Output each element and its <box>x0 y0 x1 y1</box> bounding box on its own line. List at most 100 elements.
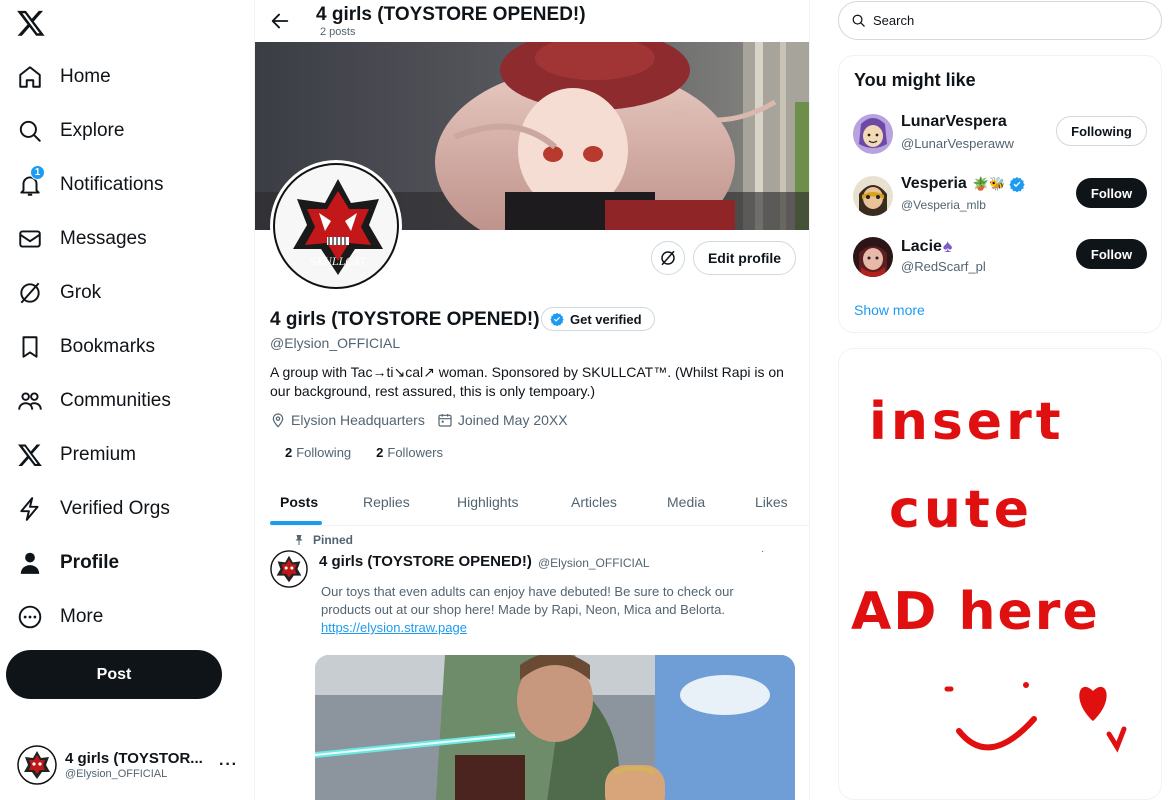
profile-tabs: Posts Replies Highlights Articles Media … <box>270 478 809 526</box>
tweet-media-image[interactable] <box>315 655 795 800</box>
x-logo-icon[interactable] <box>16 8 46 38</box>
following-button[interactable]: Following <box>1056 116 1147 146</box>
profile-header-bar: 4 girls (TOYSTORE OPENED!) 2 posts <box>255 0 809 42</box>
grok-analyze-button[interactable] <box>651 241 685 275</box>
envelope-icon <box>17 226 43 252</box>
following-link[interactable]: 2 Following <box>285 445 351 460</box>
nav-grok[interactable]: Grok <box>8 271 238 315</box>
people-icon <box>17 388 43 414</box>
tweet-link[interactable]: https://elysion.straw.page <box>321 620 467 635</box>
get-verified-label: Get verified <box>570 311 642 327</box>
tweet-author-handle[interactable]: @Elysion_OFFICIAL <box>538 556 650 570</box>
account-switcher[interactable]: 4 girls (TOYSTOR... @Elysion_OFFICIAL ··… <box>8 740 246 790</box>
post-button[interactable]: Post <box>6 650 222 699</box>
avatar <box>853 114 893 154</box>
header-post-count: 2 posts <box>320 26 356 38</box>
profile-location: Elysion Headquarters <box>270 412 425 428</box>
suggestion-handle: @Vesperia_mlb <box>901 198 986 212</box>
tab-posts[interactable]: Posts <box>280 478 318 525</box>
nav-profile-label: Profile <box>60 552 120 573</box>
profile-main-column: 4 girls (TOYSTORE OPENED!) 2 posts SKULL… <box>254 0 810 800</box>
suggestion-name-text: Vesperia <box>901 175 967 192</box>
follow-button[interactable]: Follow <box>1076 178 1147 208</box>
profile-meta: Elysion Headquarters Joined May 20XX <box>270 412 580 428</box>
suggestion-name-text: LunarVespera <box>901 113 1007 130</box>
tweet-more-icon[interactable]: · <box>761 546 764 557</box>
ad-line-1: insert <box>869 392 1065 452</box>
lightning-icon <box>17 496 43 522</box>
suggestion-name[interactable]: Lacie ♠ <box>901 236 952 257</box>
grok-icon <box>661 250 675 266</box>
followers-count: 2 <box>376 445 384 460</box>
bell-icon: 1 <box>17 165 45 198</box>
nav-more-label: More <box>60 606 104 627</box>
tweet-text: Our toys that even adults can enjoy have… <box>321 583 761 637</box>
spade-icon: ♠ <box>942 236 953 256</box>
skullcat-avatar <box>17 745 57 785</box>
suggestion-item[interactable]: Vesperia 🪴🐝 @Vesperia_mlb Follow <box>853 174 1153 218</box>
profile-avatar[interactable]: SKULLCAT <box>270 160 402 292</box>
active-tab-indicator <box>270 521 322 525</box>
nav-premium[interactable]: Premium <box>8 433 238 477</box>
nav-profile[interactable]: Profile <box>8 541 238 585</box>
handwritten-ad-placeholder: insert cute AD here <box>851 392 1127 753</box>
show-more-link[interactable]: Show more <box>854 302 925 318</box>
grok-icon <box>17 280 43 306</box>
suggestion-name[interactable]: LunarVespera <box>901 113 1007 131</box>
header-title: 4 girls (TOYSTORE OPENED!) <box>316 4 586 25</box>
get-verified-button[interactable]: Get verified <box>541 307 655 331</box>
calendar-icon <box>438 414 452 427</box>
back-arrow-icon[interactable] <box>269 10 291 32</box>
nav-premium-label: Premium <box>60 444 137 465</box>
tweet-body: Our toys that even adults can enjoy have… <box>321 584 734 617</box>
suggestion-name[interactable]: Vesperia 🪴🐝 <box>901 175 1025 193</box>
followers-link[interactable]: 2 Followers <box>376 445 443 460</box>
profile-bio: A group with Tac→ti↘cal↗ woman. Sponsore… <box>270 364 784 399</box>
notification-badge: 1 <box>30 165 45 180</box>
nav-notifications[interactable]: 1 Notifications <box>8 163 238 207</box>
nav-home[interactable]: Home <box>8 55 238 99</box>
suggestion-item[interactable]: LunarVespera @LunarVesperaww Following <box>853 112 1153 156</box>
account-handle: @Elysion_OFFICIAL <box>65 768 168 780</box>
sidebar-nav: Home Explore 1 Notifications Messages Gr… <box>0 0 254 800</box>
tweet-author-avatar[interactable] <box>270 550 308 588</box>
nav-home-label: Home <box>60 66 111 87</box>
suggestion-item[interactable]: Lacie ♠ @RedScarf_pl Follow <box>853 235 1153 279</box>
suggestion-handle: @LunarVesperaww <box>901 136 1014 151</box>
search-input[interactable] <box>873 13 1143 28</box>
suggestion-name-emoji: 🪴🐝 <box>972 176 1006 191</box>
nav-bookmarks[interactable]: Bookmarks <box>8 325 238 369</box>
tab-replies[interactable]: Replies <box>363 478 410 525</box>
account-more-icon[interactable]: ··· <box>219 756 238 774</box>
avatar-skullcat-text: SKULLCAT <box>310 257 368 268</box>
search-icon <box>17 118 43 144</box>
follow-button[interactable]: Follow <box>1076 239 1147 269</box>
tweet-author-name[interactable]: 4 girls (TOYSTORE OPENED!) <box>319 553 532 570</box>
nav-more[interactable]: More <box>8 595 238 639</box>
profile-handle: @Elysion_OFFICIAL <box>270 335 401 351</box>
edit-profile-button[interactable]: Edit profile <box>693 241 796 275</box>
tab-articles[interactable]: Articles <box>571 478 617 525</box>
suggestion-name-text: Lacie <box>901 237 942 255</box>
x-logo-icon <box>17 442 43 468</box>
tab-media[interactable]: Media <box>667 478 705 525</box>
suggestion-handle: @RedScarf_pl <box>901 259 986 274</box>
nav-communities-label: Communities <box>60 390 171 411</box>
nav-grok-label: Grok <box>60 282 102 303</box>
profile-joined-text: Joined May 20XX <box>457 412 568 428</box>
tab-likes[interactable]: Likes <box>755 478 788 525</box>
nav-messages-label: Messages <box>60 228 147 249</box>
nav-messages[interactable]: Messages <box>8 217 238 261</box>
search-box[interactable] <box>838 1 1162 40</box>
profile-follow-counts: 2 Following 2 Followers <box>285 445 468 460</box>
nav-communities[interactable]: Communities <box>8 379 238 423</box>
pin-icon <box>295 535 303 545</box>
avatar <box>853 176 893 216</box>
pinned-label: Pinned <box>313 533 354 547</box>
nav-explore[interactable]: Explore <box>8 109 238 153</box>
profile-name: 4 girls (TOYSTORE OPENED!) <box>270 309 540 330</box>
tab-highlights[interactable]: Highlights <box>457 478 518 525</box>
nav-notifications-label: Notifications <box>60 174 164 195</box>
account-names: 4 girls (TOYSTOR... @Elysion_OFFICIAL <box>65 750 215 780</box>
nav-verified-orgs[interactable]: Verified Orgs <box>8 487 238 531</box>
